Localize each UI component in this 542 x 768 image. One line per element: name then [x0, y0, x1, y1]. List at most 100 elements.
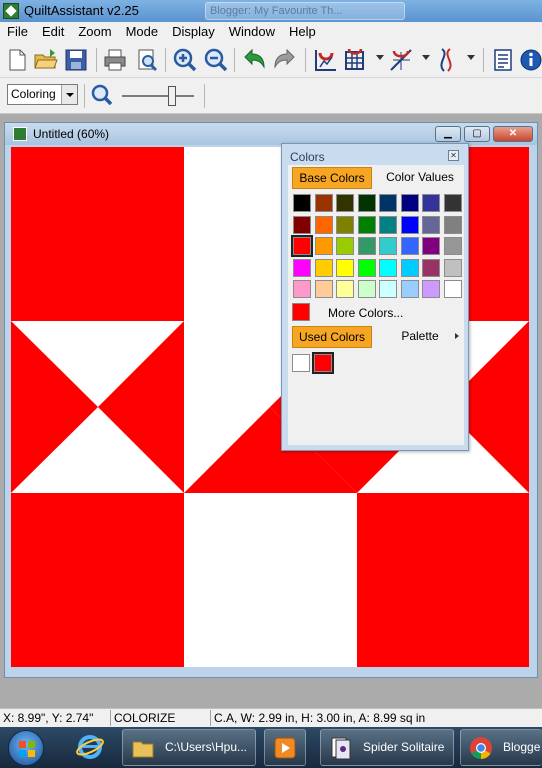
colors-panel-title: Colors	[290, 150, 325, 164]
color-swatch[interactable]	[336, 258, 354, 277]
grid-dropdown-caret[interactable]	[376, 55, 384, 60]
open-folder-icon[interactable]	[33, 47, 59, 73]
color-swatch[interactable]	[336, 194, 354, 212]
taskbar: C:\Users\Hpu... Spider Solitaire Blogge	[0, 727, 542, 768]
taskbar-media-button[interactable]	[264, 729, 306, 766]
print-icon[interactable]	[102, 47, 128, 73]
menu-mode[interactable]: Mode	[119, 22, 166, 42]
color-swatch[interactable]	[443, 215, 462, 234]
color-swatch[interactable]	[400, 194, 419, 212]
menu-edit[interactable]: Edit	[35, 22, 71, 42]
used-color-swatch[interactable]	[292, 354, 310, 372]
color-swatch[interactable]	[443, 258, 462, 277]
status-bar: X: 8.99", Y: 2.74" COLORIZE C.A, W: 2.99…	[0, 708, 542, 727]
tab-used-colors[interactable]: Used Colors	[292, 326, 372, 348]
zoom-in-icon[interactable]	[172, 47, 198, 73]
chevron-down-icon[interactable]	[61, 85, 77, 104]
maximize-button[interactable]: ▢	[464, 126, 490, 142]
close-button[interactable]: ✕	[493, 126, 533, 142]
current-color-swatch[interactable]	[292, 303, 310, 321]
color-swatch[interactable]	[379, 215, 397, 234]
media-player-icon	[274, 737, 296, 759]
document-list-icon[interactable]	[490, 47, 516, 73]
toolbar-separator	[165, 48, 166, 72]
color-swatch[interactable]	[379, 280, 397, 298]
color-swatch[interactable]	[443, 194, 462, 212]
color-swatch[interactable]	[357, 258, 376, 277]
color-swatch[interactable]	[400, 237, 419, 255]
mode-select-value: Coloring	[11, 87, 56, 101]
color-swatch[interactable]	[293, 280, 311, 298]
color-swatch[interactable]	[293, 258, 311, 277]
tab-palette[interactable]: Palette	[378, 326, 462, 348]
zoom-slider[interactable]	[122, 86, 194, 106]
quilt-block-top-left[interactable]	[11, 147, 184, 321]
taskbar-explorer-label: C:\Users\Hpu...	[165, 740, 248, 754]
used-color-swatch[interactable]	[312, 352, 334, 374]
zoom-out-icon[interactable]	[203, 47, 229, 73]
color-swatch[interactable]	[314, 258, 333, 277]
new-file-icon[interactable]	[4, 47, 30, 73]
color-swatch[interactable]	[400, 280, 419, 298]
diagonal-tool-icon[interactable]	[388, 47, 414, 73]
zoom-icon[interactable]	[90, 83, 114, 107]
color-swatch[interactable]	[314, 194, 333, 212]
quilt-block-bottom-right[interactable]	[357, 493, 529, 667]
diagonal-dropdown-caret[interactable]	[422, 55, 430, 60]
color-swatch[interactable]	[293, 194, 311, 212]
info-icon[interactable]	[518, 47, 542, 73]
taskbar-explorer-button[interactable]: C:\Users\Hpu...	[122, 729, 256, 766]
color-swatch[interactable]	[314, 280, 333, 298]
color-swatch[interactable]	[379, 237, 397, 255]
tab-base-colors[interactable]: Base Colors	[292, 167, 372, 189]
color-swatch[interactable]	[291, 235, 313, 257]
color-swatch[interactable]	[443, 237, 462, 255]
menu-window[interactable]: Window	[222, 22, 282, 42]
color-swatch[interactable]	[357, 280, 376, 298]
save-icon[interactable]	[63, 47, 89, 73]
start-button[interactable]	[8, 730, 44, 766]
color-swatch[interactable]	[357, 215, 376, 234]
taskbar-solitaire-button[interactable]: Spider Solitaire	[320, 729, 454, 766]
menu-help[interactable]: Help	[282, 22, 323, 42]
color-swatch[interactable]	[336, 237, 354, 255]
mode-select[interactable]: Coloring	[7, 84, 78, 105]
color-swatch[interactable]	[400, 215, 419, 234]
undo-icon[interactable]	[241, 47, 267, 73]
close-icon[interactable]: ✕	[448, 150, 459, 161]
redo-icon[interactable]	[272, 47, 298, 73]
color-swatch[interactable]	[443, 280, 462, 298]
taskbar-chrome-button[interactable]: Blogge	[460, 729, 542, 766]
magnet-grid-icon[interactable]	[312, 47, 338, 73]
grid-icon[interactable]	[342, 47, 368, 73]
color-swatch[interactable]	[293, 215, 311, 234]
minimize-button[interactable]: ▁	[435, 126, 461, 142]
curve-tool-icon[interactable]	[434, 47, 460, 73]
taskbar-ie-button[interactable]	[64, 729, 116, 766]
more-colors-button[interactable]: More Colors...	[328, 306, 403, 320]
color-swatch[interactable]	[422, 237, 440, 255]
color-swatch[interactable]	[379, 194, 397, 212]
menu-zoom[interactable]: Zoom	[71, 22, 118, 42]
zoom-slider-thumb[interactable]	[168, 86, 176, 106]
color-swatch[interactable]	[336, 280, 354, 298]
color-swatch[interactable]	[379, 258, 397, 277]
menu-display[interactable]: Display	[165, 22, 222, 42]
status-coordinates: X: 8.99", Y: 2.74"	[3, 711, 94, 725]
color-swatch[interactable]	[422, 280, 440, 298]
color-swatch[interactable]	[314, 237, 333, 255]
color-swatch[interactable]	[422, 258, 440, 277]
color-swatch[interactable]	[400, 258, 419, 277]
background-browser-tab[interactable]: Blogger: My Favourite Th...	[205, 2, 405, 20]
color-swatch[interactable]	[336, 215, 354, 234]
tab-color-values[interactable]: Color Values	[378, 167, 462, 189]
color-swatch[interactable]	[314, 215, 333, 234]
curve-dropdown-caret[interactable]	[467, 55, 475, 60]
color-swatch[interactable]	[422, 194, 440, 212]
color-swatch[interactable]	[357, 237, 376, 255]
print-preview-icon[interactable]	[134, 47, 160, 73]
menu-file[interactable]: File	[0, 22, 35, 42]
quilt-block-bottom-left[interactable]	[11, 493, 184, 667]
color-swatch[interactable]	[357, 194, 376, 212]
color-swatch[interactable]	[422, 215, 440, 234]
